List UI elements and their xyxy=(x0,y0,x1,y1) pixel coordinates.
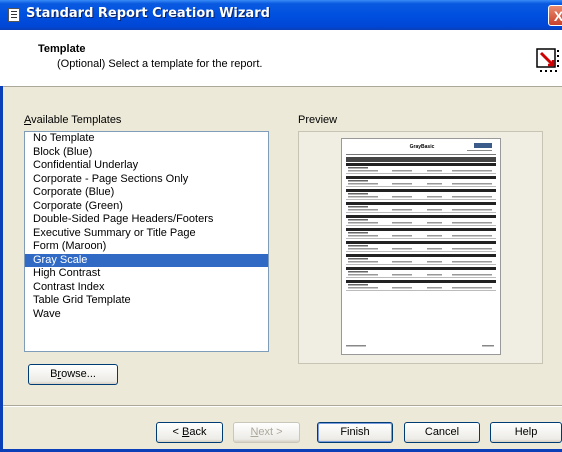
template-list-item[interactable]: Double-Sided Page Headers/Footers xyxy=(25,213,268,227)
step-title: Template xyxy=(38,43,86,55)
template-list-item[interactable]: Form (Maroon) xyxy=(25,240,268,254)
template-list-item[interactable]: Corporate (Green) xyxy=(25,200,268,214)
wizard-icon xyxy=(536,48,559,72)
template-list-item[interactable]: Contrast Index xyxy=(25,281,268,295)
template-list-item[interactable]: Wave xyxy=(25,308,268,322)
close-button[interactable]: X xyxy=(548,5,562,26)
preview-thumbnail: GrayBasic xyxy=(341,138,501,355)
help-button[interactable]: Help xyxy=(490,422,562,443)
template-list-item[interactable]: Block (Blue) xyxy=(25,146,268,160)
template-list-item[interactable]: Confidential Underlay xyxy=(25,159,268,173)
finish-button[interactable]: Finish xyxy=(317,422,393,443)
back-button[interactable]: < Back xyxy=(156,422,223,443)
template-list-item[interactable]: Table Grid Template xyxy=(25,294,268,308)
template-list-item[interactable]: No Template xyxy=(25,132,268,146)
next-button[interactable]: Next > xyxy=(233,422,300,443)
step-subtitle: (Optional) Select a template for the rep… xyxy=(57,58,263,70)
template-list-item[interactable]: Corporate (Blue) xyxy=(25,186,268,200)
wizard-header: Template (Optional) Select a template fo… xyxy=(0,30,562,87)
title-bar[interactable]: Standard Report Creation Wizard X xyxy=(0,0,562,30)
browse-button[interactable]: Browse... xyxy=(28,364,118,385)
footer-separator xyxy=(0,405,562,407)
preview-page-title: GrayBasic xyxy=(410,144,435,150)
window-left-border xyxy=(0,86,3,452)
preview-label: Preview xyxy=(298,114,338,126)
template-list[interactable]: No Template Block (Blue) Confidential Unde… xyxy=(24,131,269,352)
template-list-item[interactable]: Gray Scale xyxy=(25,253,268,267)
template-list-item[interactable]: Corporate - Page Sections Only xyxy=(25,173,268,187)
available-templates-label: Available Templates xyxy=(24,114,122,126)
cancel-button[interactable]: Cancel xyxy=(404,422,480,443)
window-title: Standard Report Creation Wizard xyxy=(26,6,270,21)
template-list-item[interactable]: High Contrast xyxy=(25,267,268,281)
app-icon xyxy=(8,8,20,22)
preview-pane: GrayBasic xyxy=(298,131,543,364)
template-list-item[interactable]: Executive Summary or Title Page xyxy=(25,227,268,241)
